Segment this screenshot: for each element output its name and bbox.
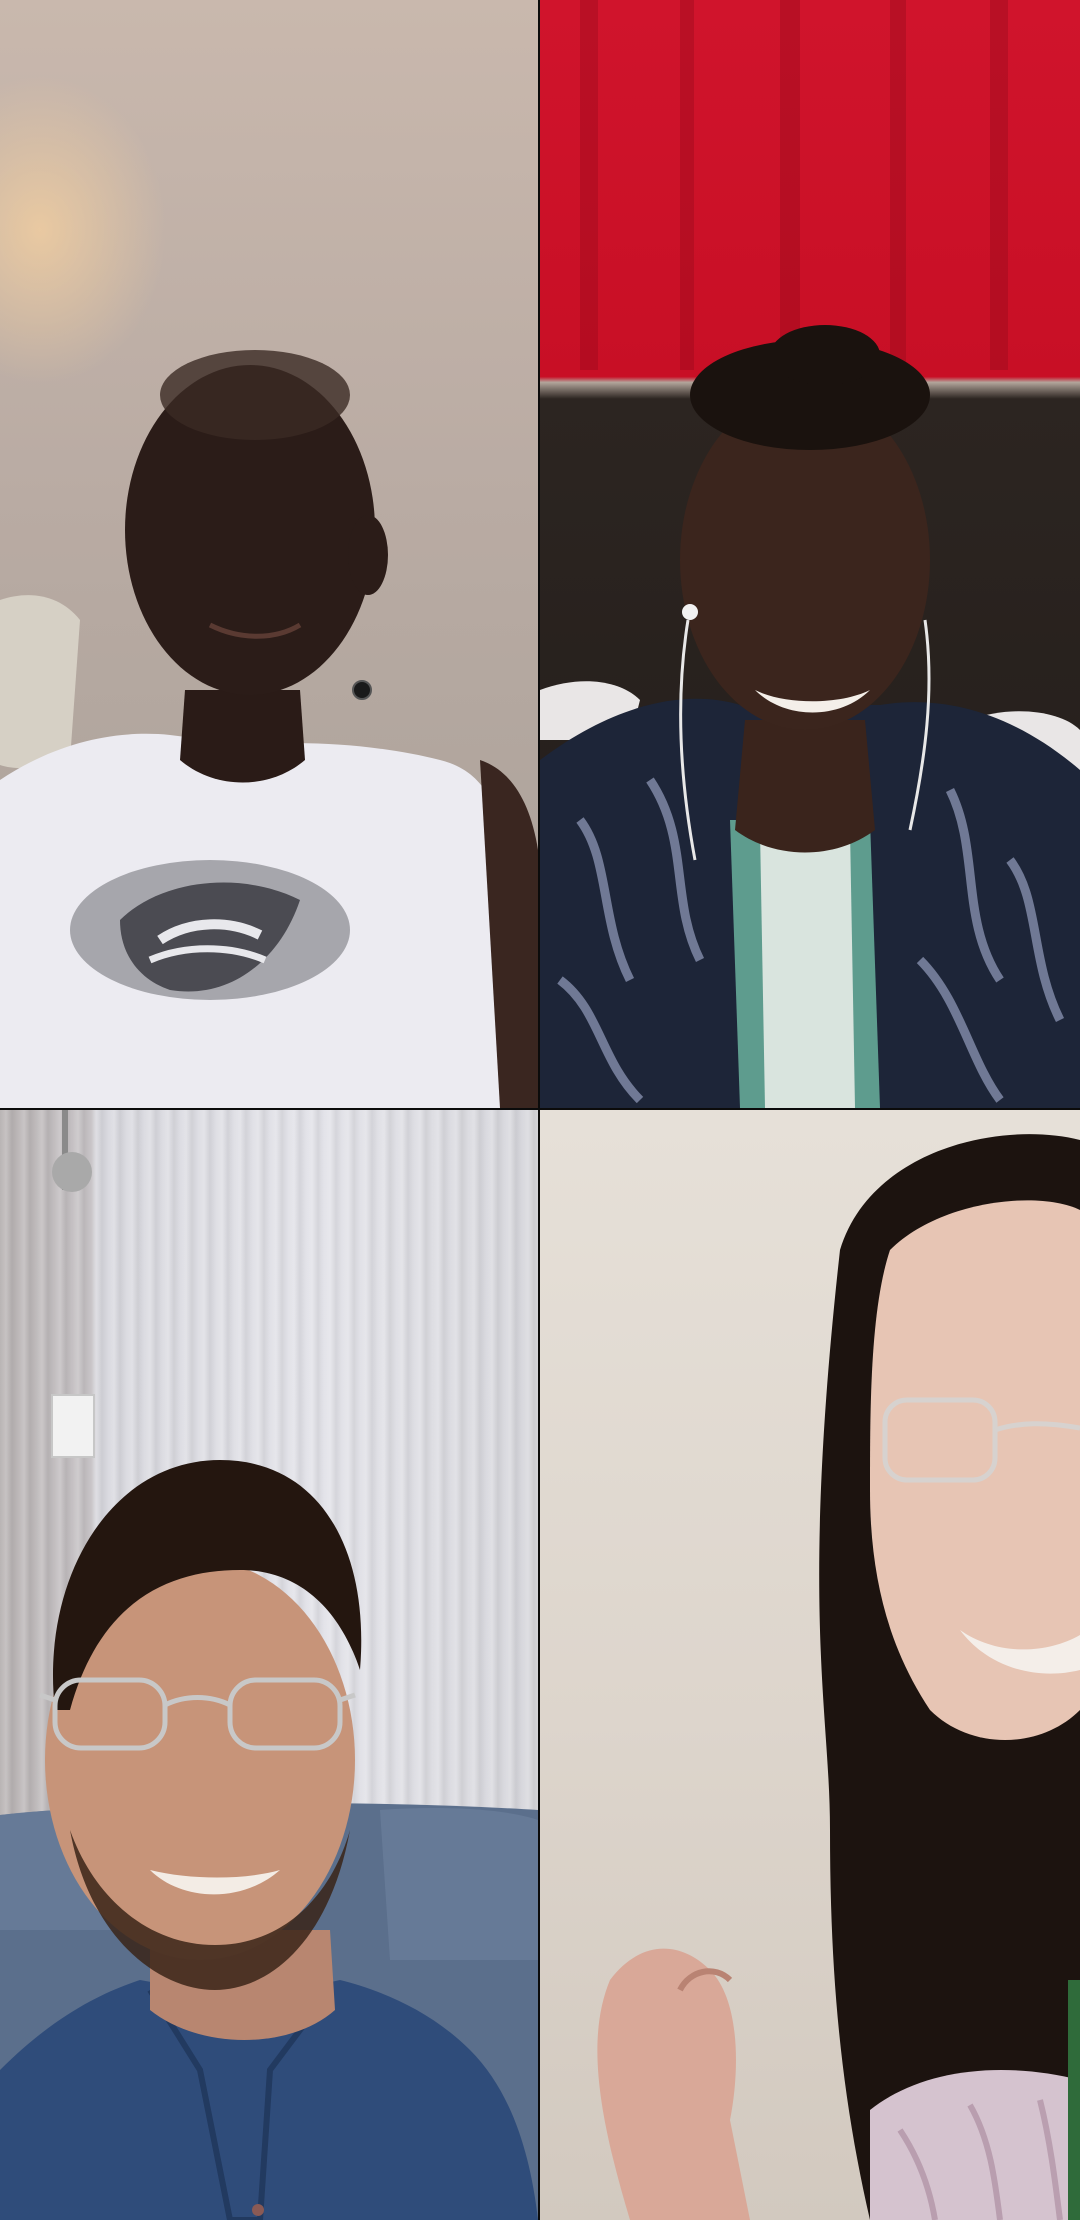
participant-2-video-tile[interactable] [540,0,1080,1108]
participant-1-video-tile[interactable] [0,0,538,1108]
video-call-grid [0,0,1080,2220]
participant-4-video-tile[interactable] [540,1110,1080,2220]
participant-3-video-tile[interactable] [0,1110,538,2220]
participant-2-video [540,0,1080,1108]
participant-4-video [597,1134,1080,2220]
participant-3-video [0,1110,538,2220]
participant-1-video [0,350,538,1108]
